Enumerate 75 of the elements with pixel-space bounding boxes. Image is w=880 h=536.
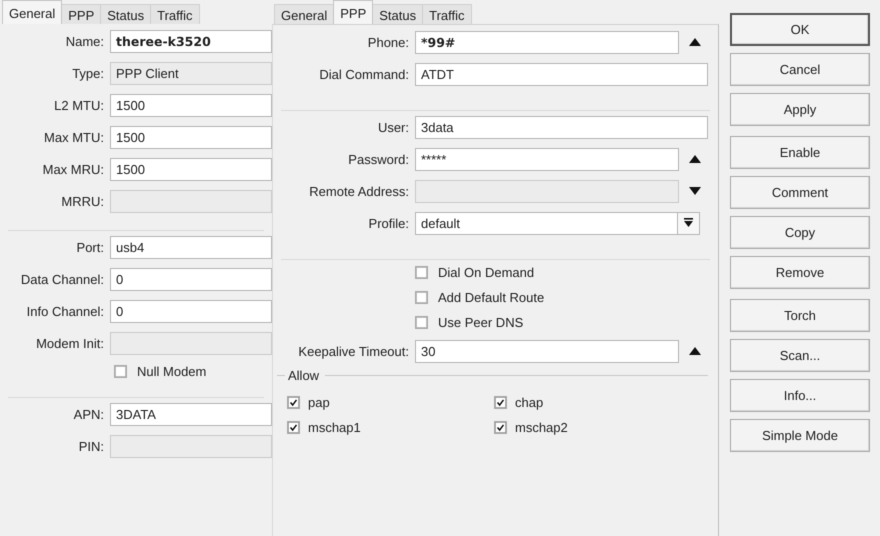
field-label: MRRU: xyxy=(60,194,105,208)
field-label: Dial Command: xyxy=(318,66,410,82)
text-field[interactable]: ***** xyxy=(415,148,679,170)
text-field[interactable]: *99# xyxy=(415,30,679,54)
button[interactable]: OK xyxy=(730,13,870,46)
tab[interactable]: General xyxy=(2,0,62,24)
text-field[interactable]: default xyxy=(415,212,678,234)
tab[interactable]: General xyxy=(274,4,334,24)
checkbox-label: Dial On Demand xyxy=(438,265,534,280)
button[interactable]: Remove xyxy=(730,256,870,289)
button[interactable]: Torch xyxy=(730,299,870,332)
button[interactable]: Comment xyxy=(730,176,870,209)
field-label: Password: xyxy=(347,152,410,166)
button[interactable]: Copy xyxy=(730,216,870,249)
field-label: Max MTU: xyxy=(43,130,105,144)
field-label: Profile: xyxy=(368,216,410,230)
tab[interactable]: Status xyxy=(100,4,152,24)
field-label: PIN: xyxy=(78,438,105,454)
field-label: L2 MTU: xyxy=(53,98,105,112)
text-field[interactable]: ATDT xyxy=(415,62,708,86)
button[interactable]: Simple Mode xyxy=(730,419,870,452)
field-label: Remote Address: xyxy=(308,184,410,198)
checkbox-label: Use Peer DNS xyxy=(438,315,524,330)
down-arrow-icon[interactable] xyxy=(688,186,702,196)
up-arrow-icon[interactable] xyxy=(688,37,702,47)
text-field[interactable]: 0 xyxy=(110,268,272,290)
checkbox[interactable] xyxy=(114,365,127,378)
tab[interactable]: Status xyxy=(372,4,424,24)
field-label: APN: xyxy=(72,406,105,422)
field-label: Name: xyxy=(64,34,105,48)
checkbox-label: Null Modem xyxy=(137,364,206,379)
field-label: Data Channel: xyxy=(20,272,105,286)
button[interactable]: Apply xyxy=(730,93,870,126)
checkbox-label: mschap2 xyxy=(515,420,568,435)
button[interactable]: Cancel xyxy=(730,53,870,86)
checkbox[interactable] xyxy=(287,396,300,409)
field-label: Info Channel: xyxy=(26,304,105,318)
button[interactable]: Scan... xyxy=(730,339,870,372)
text-field[interactable]: theree-k3520 xyxy=(110,30,272,52)
tab[interactable]: Traffic xyxy=(150,4,200,24)
tab[interactable]: Traffic xyxy=(422,4,472,24)
checkbox-label: pap xyxy=(308,395,330,410)
tab[interactable]: PPP xyxy=(61,4,102,24)
field-label: User: xyxy=(376,120,410,134)
button[interactable]: Enable xyxy=(730,136,870,169)
dropdown-icon xyxy=(684,218,693,228)
checkbox[interactable] xyxy=(494,421,507,434)
text-field[interactable]: 1500 xyxy=(110,94,272,116)
checkbox[interactable] xyxy=(415,291,428,304)
text-field[interactable]: 0 xyxy=(110,300,272,322)
button[interactable]: Info... xyxy=(730,379,870,412)
checkbox[interactable] xyxy=(494,396,507,409)
text-field[interactable]: 1500 xyxy=(110,126,272,148)
text-field[interactable]: 30 xyxy=(415,340,679,362)
group-title: Allow xyxy=(288,368,320,382)
tab[interactable]: PPP xyxy=(333,0,374,24)
text-field[interactable]: 3data xyxy=(415,116,708,138)
up-arrow-icon[interactable] xyxy=(688,154,702,164)
text-field[interactable]: 1500 xyxy=(110,158,272,180)
text-field[interactable]: 3DATA xyxy=(110,402,272,426)
up-arrow-icon[interactable] xyxy=(688,346,702,356)
field-label: Port: xyxy=(76,240,105,254)
field-label: Type: xyxy=(71,66,105,80)
field-label: Keepalive Timeout: xyxy=(297,344,410,358)
checkbox-label: chap xyxy=(515,395,544,410)
field-label: Phone: xyxy=(366,34,410,50)
checkbox-label: mschap1 xyxy=(308,420,361,435)
field-label: Modem Init: xyxy=(35,336,105,350)
text-field[interactable]: usb4 xyxy=(110,236,272,258)
field-label: Max MRU: xyxy=(42,162,105,176)
dropdown-button[interactable] xyxy=(678,212,700,234)
checkbox-label: Add Default Route xyxy=(438,290,544,305)
checkbox[interactable] xyxy=(287,421,300,434)
checkbox[interactable] xyxy=(415,266,428,279)
checkbox[interactable] xyxy=(415,316,428,329)
